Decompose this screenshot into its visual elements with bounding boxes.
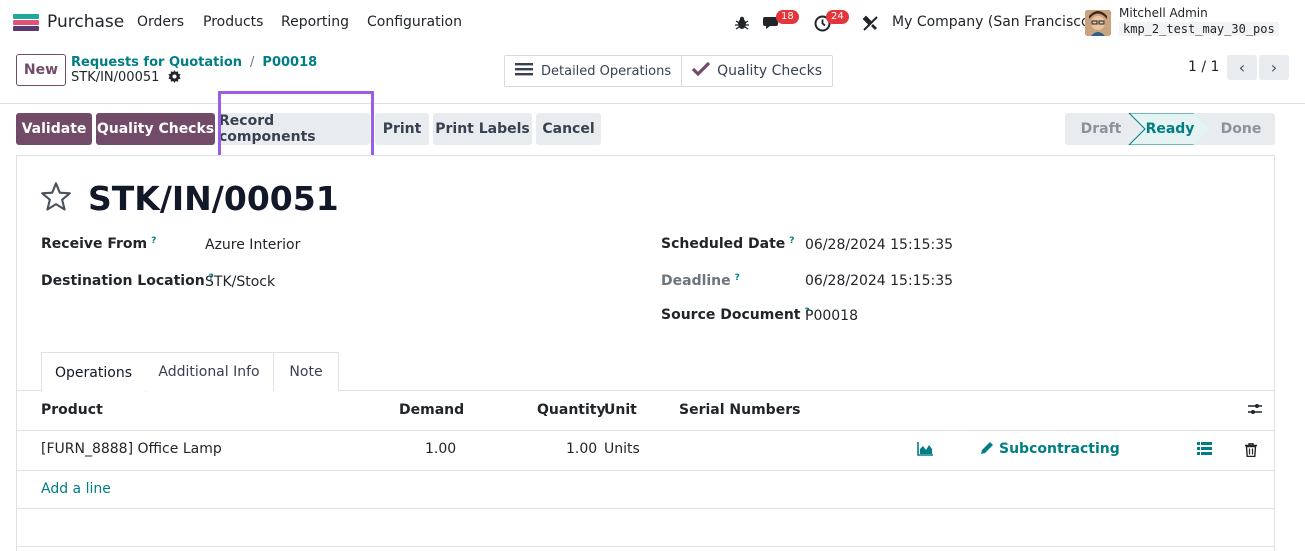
cancel-button[interactable]: Cancel bbox=[536, 113, 601, 145]
column-header-serial-numbers[interactable]: Serial Numbers bbox=[679, 402, 800, 418]
record-title[interactable]: STK/IN/00051 bbox=[88, 179, 339, 218]
company-switcher[interactable]: My Company (San Francisco) bbox=[892, 14, 1095, 30]
tab-operations[interactable]: Operations bbox=[41, 352, 146, 392]
row-divider bbox=[17, 508, 1274, 509]
quality-checks-smart-button[interactable]: Quality Checks bbox=[681, 56, 832, 86]
status-done[interactable]: Done bbox=[1207, 113, 1275, 145]
user-name[interactable]: Mitchell Admin bbox=[1119, 6, 1208, 20]
help-icon[interactable]: ? bbox=[789, 236, 794, 246]
star-icon[interactable] bbox=[40, 182, 72, 220]
menu-reporting[interactable]: Reporting bbox=[281, 14, 349, 30]
column-header-demand[interactable]: Demand bbox=[399, 402, 464, 418]
column-header-product[interactable]: Product bbox=[41, 402, 103, 418]
help-icon[interactable]: ? bbox=[735, 273, 740, 283]
chevron-right-icon: › bbox=[1270, 58, 1278, 77]
smart-buttons: Detailed Operations Quality Checks bbox=[504, 55, 833, 87]
activity-badge: 24 bbox=[826, 10, 849, 24]
source-document-label: Source Document? bbox=[661, 307, 810, 323]
receive-from-label: Receive From? bbox=[41, 236, 157, 252]
menu-orders[interactable]: Orders bbox=[137, 14, 184, 30]
database-name: kmp_2_test_may_30_pos bbox=[1119, 22, 1279, 36]
record-name: STK/IN/00051 bbox=[71, 70, 160, 85]
tab-note[interactable]: Note bbox=[273, 352, 339, 391]
product-cell[interactable]: [FURN_8888] Office Lamp bbox=[41, 441, 222, 457]
gear-icon[interactable] bbox=[168, 70, 181, 87]
quality-checks-button[interactable]: Quality Checks bbox=[96, 113, 215, 145]
app-logo-icon[interactable] bbox=[13, 14, 39, 31]
status-bar: Draft Ready Done bbox=[1065, 113, 1275, 145]
deadline-label: Deadline? bbox=[661, 273, 740, 289]
forecast-chart-icon[interactable] bbox=[917, 441, 934, 460]
activity-clock-icon[interactable]: 24 bbox=[814, 0, 849, 46]
trash-icon[interactable] bbox=[1245, 443, 1257, 461]
help-icon[interactable]: ? bbox=[151, 236, 156, 246]
scheduled-date-field[interactable]: 06/28/2024 15:15:35 bbox=[805, 237, 953, 253]
quantity-cell[interactable]: 1.00 bbox=[566, 441, 597, 457]
app-name[interactable]: Purchase bbox=[47, 12, 124, 32]
unit-cell[interactable]: Units bbox=[604, 441, 640, 457]
messages-badge: 18 bbox=[776, 10, 799, 24]
breadcrumb-separator: / bbox=[250, 55, 255, 70]
print-button[interactable]: Print bbox=[375, 113, 429, 145]
column-header-unit[interactable]: Unit bbox=[604, 402, 637, 418]
tools-icon[interactable] bbox=[862, 0, 880, 46]
tab-additional-info[interactable]: Additional Info bbox=[145, 352, 274, 391]
row-divider bbox=[17, 470, 1274, 471]
detailed-list-icon[interactable] bbox=[1197, 442, 1212, 459]
row-divider bbox=[17, 546, 1274, 547]
column-header-quantity[interactable]: Quantity bbox=[537, 402, 606, 418]
scheduled-date-label: Scheduled Date? bbox=[661, 236, 795, 252]
chevron-left-icon: ‹ bbox=[1238, 58, 1246, 77]
table-header-divider bbox=[17, 430, 1274, 431]
detailed-operations-button[interactable]: Detailed Operations bbox=[505, 56, 681, 86]
print-labels-button[interactable]: Print Labels bbox=[433, 113, 532, 145]
debug-icon[interactable] bbox=[734, 0, 750, 46]
pager-next-button[interactable]: › bbox=[1259, 55, 1289, 80]
pager-value[interactable]: 1 / 1 bbox=[1188, 59, 1219, 75]
status-draft[interactable]: Draft bbox=[1065, 113, 1137, 145]
pager-previous-button[interactable]: ‹ bbox=[1227, 55, 1257, 80]
menu-products[interactable]: Products bbox=[203, 14, 263, 30]
control-panel-divider bbox=[0, 103, 1305, 104]
detailed-operations-label: Detailed Operations bbox=[541, 63, 672, 79]
deadline-field[interactable]: 06/28/2024 15:15:35 bbox=[805, 273, 953, 289]
destination-location-label: Destination Location? bbox=[41, 273, 214, 289]
breadcrumb-p00018[interactable]: P00018 bbox=[262, 55, 317, 70]
record-components-button[interactable]: Record components bbox=[219, 113, 370, 145]
demand-cell[interactable]: 1.00 bbox=[425, 441, 456, 457]
status-ready[interactable]: Ready bbox=[1137, 113, 1203, 145]
add-a-line-link[interactable]: Add a line bbox=[41, 481, 111, 497]
top-navbar: Purchase Orders Products Reporting Confi… bbox=[0, 0, 1305, 46]
receive-from-field[interactable]: Azure Interior bbox=[205, 237, 300, 253]
check-icon bbox=[692, 61, 711, 80]
new-button[interactable]: New bbox=[16, 54, 66, 86]
menu-configuration[interactable]: Configuration bbox=[367, 14, 462, 30]
messages-icon[interactable]: 18 bbox=[763, 0, 799, 46]
pencil-icon[interactable] bbox=[980, 441, 994, 459]
validate-button[interactable]: Validate bbox=[16, 113, 92, 145]
quality-checks-label: Quality Checks bbox=[717, 63, 822, 79]
subcontracting-link[interactable]: Subcontracting bbox=[999, 441, 1120, 457]
breadcrumb: Requests for Quotation / P00018 bbox=[71, 55, 317, 70]
user-avatar[interactable] bbox=[1085, 10, 1111, 36]
destination-location-field[interactable]: STK/Stock bbox=[205, 274, 275, 290]
optional-columns-icon[interactable] bbox=[1247, 401, 1263, 421]
list-icon bbox=[515, 62, 533, 80]
source-document-field[interactable]: P00018 bbox=[805, 308, 858, 324]
breadcrumb-requests-for-quotation[interactable]: Requests for Quotation bbox=[71, 55, 242, 70]
